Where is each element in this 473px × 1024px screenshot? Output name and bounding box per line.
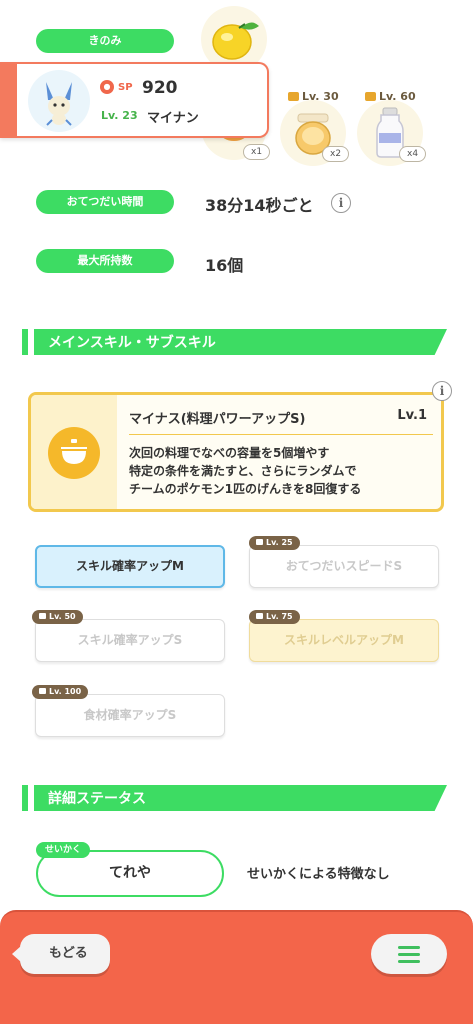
sub-skill-1[interactable]: スキル確率アップM (35, 545, 225, 588)
ingredient-count-2: x2 (322, 146, 350, 162)
section-title: 詳細ステータス (48, 791, 146, 807)
main-skill-name: マイナス(料理パワーアップS) (129, 412, 306, 427)
sp-value: 920 (142, 78, 178, 98)
pokemon-avatar (28, 70, 90, 132)
skill-divider (129, 434, 433, 435)
max-carry-value: 16個 (205, 256, 244, 275)
unlock-level: Lv. 50 (49, 612, 76, 621)
sp-label: SP (118, 82, 133, 93)
back-label: もどる (49, 946, 88, 961)
desc-line-1: 次回の料理でなべの容量を5個増やす (129, 446, 330, 460)
max-carry-label: 最大所持数 (36, 249, 174, 273)
sub-skill-5[interactable]: 食材確率アップS (35, 694, 225, 737)
section-bar (22, 329, 28, 355)
section-bar (22, 785, 28, 811)
main-skill-level: Lv.1 (397, 408, 427, 423)
unlock-level: Lv. 75 (266, 612, 293, 621)
berry-label: きのみ (36, 29, 174, 53)
menu-button[interactable] (371, 934, 447, 974)
skills-section-header: メインスキル・サブスキル (22, 329, 447, 355)
unlock-level: Lv. 25 (266, 538, 293, 547)
section-title: メインスキル・サブスキル (48, 335, 216, 351)
help-time-label: おてつだい時間 (36, 190, 174, 214)
pot-icon (61, 439, 87, 464)
main-skill-description: 次回の料理でなべの容量を5個増やす 特定の条件を満たすと、さらにランダムで チー… (129, 444, 361, 498)
desc-line-3: チームのポケモン1匹のげんきを8回復する (129, 482, 362, 496)
sub-skill-4-unlock: Lv. 75 (249, 610, 300, 624)
pokemon-level: Lv. 23 (101, 109, 138, 122)
sub-skill-2-unlock: Lv. 25 (249, 536, 300, 550)
main-skill-card[interactable]: マイナス(料理パワーアップS) Lv.1 次回の料理でなべの容量を5個増やす 特… (28, 392, 444, 512)
lock-icon (39, 688, 46, 694)
sp-icon: ● (100, 80, 114, 94)
sub-skill-2[interactable]: おてつだいスピードS (249, 545, 439, 588)
ingredient-count-3: x4 (399, 146, 427, 162)
lock-icon (256, 539, 263, 545)
desc-line-2: 特定の条件を満たすと、さらにランダムで (129, 464, 357, 478)
pokemon-card[interactable]: ● SP 920 Lv. 23 マイナン (0, 62, 269, 138)
card-stripe (0, 64, 17, 136)
back-button[interactable]: もどる (20, 934, 110, 974)
sub-skill-5-unlock: Lv. 100 (32, 685, 89, 699)
unlock-level: Lv. 100 (49, 687, 82, 696)
pokemon-name: マイナン (147, 111, 199, 126)
sub-skill-3-unlock: Lv. 50 (32, 610, 83, 624)
help-time-value: 38分14秒ごと (205, 196, 314, 215)
skill-icon-box (31, 395, 117, 509)
lock-icon (39, 613, 46, 619)
ingredient-count-1: x1 (243, 144, 271, 160)
sub-skill-3[interactable]: スキル確率アップS (35, 619, 225, 662)
lock-icon (256, 613, 263, 619)
bottom-nav-bar: もどる (0, 910, 473, 1024)
nature-tag: せいかく (36, 842, 91, 858)
minun-icon (46, 82, 72, 126)
skill-icon-circle (48, 427, 100, 479)
sub-skill-4[interactable]: スキルレベルアップM (249, 619, 439, 662)
skill-info-icon[interactable]: i (432, 381, 452, 401)
sp-badge: ● SP (100, 80, 133, 94)
info-icon[interactable]: i (331, 193, 351, 213)
details-section-header: 詳細ステータス (22, 785, 447, 811)
nature-description: せいかくによる特徴なし (247, 867, 390, 882)
